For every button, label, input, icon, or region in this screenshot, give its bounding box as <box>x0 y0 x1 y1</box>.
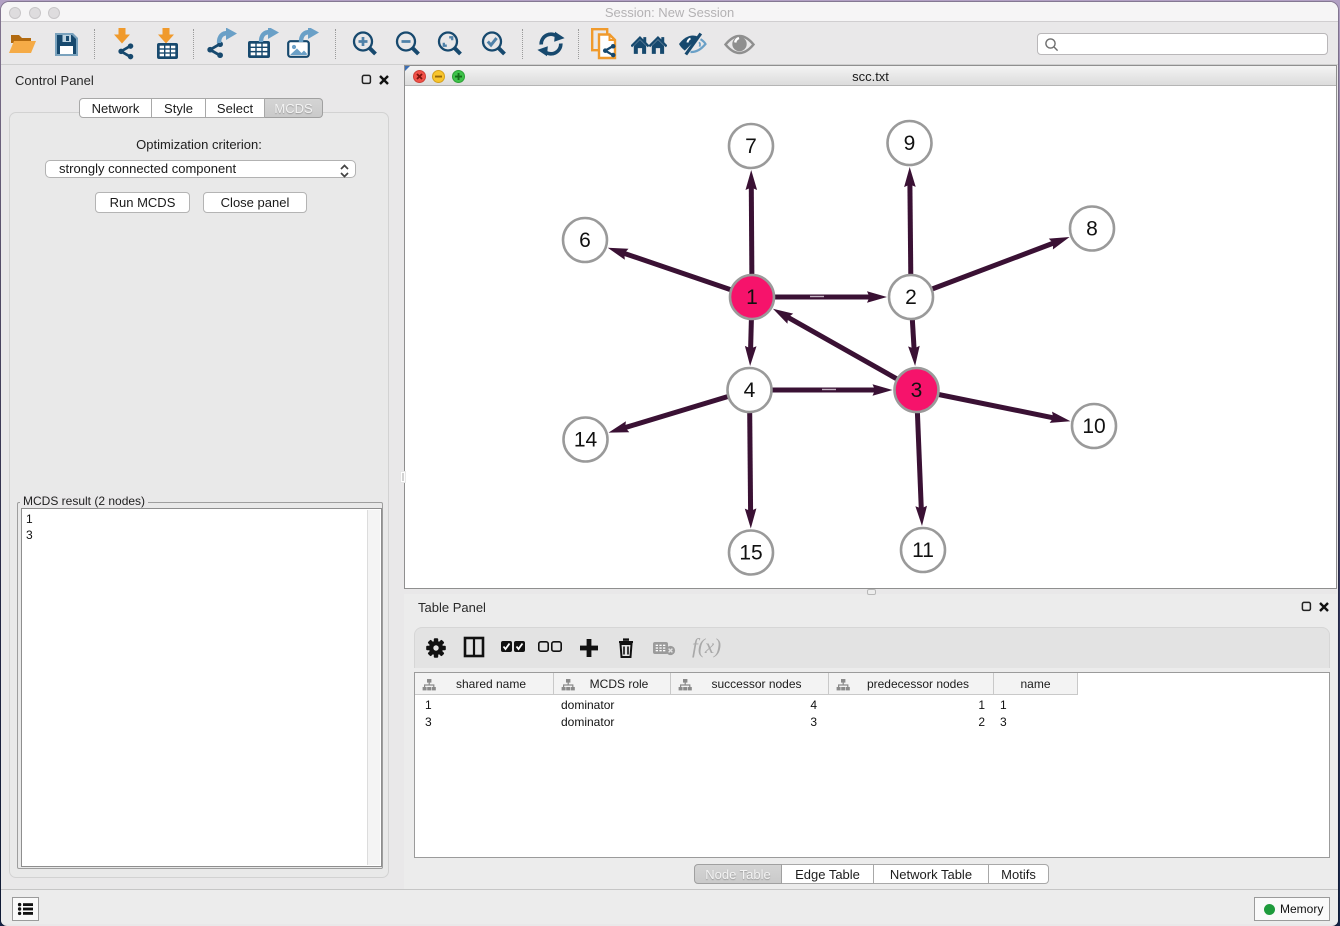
svg-text:7: 7 <box>745 135 757 158</box>
svg-text:6: 6 <box>579 229 591 252</box>
svg-text:10: 10 <box>1082 415 1105 438</box>
svg-text:15: 15 <box>739 542 762 565</box>
svg-text:4: 4 <box>744 379 756 402</box>
svg-text:3: 3 <box>911 379 923 402</box>
svg-text:11: 11 <box>912 539 934 562</box>
svg-text:14: 14 <box>574 429 598 452</box>
svg-text:9: 9 <box>904 132 916 155</box>
svg-text:1: 1 <box>746 286 758 309</box>
svg-text:8: 8 <box>1086 218 1098 241</box>
svg-text:2: 2 <box>905 286 917 309</box>
